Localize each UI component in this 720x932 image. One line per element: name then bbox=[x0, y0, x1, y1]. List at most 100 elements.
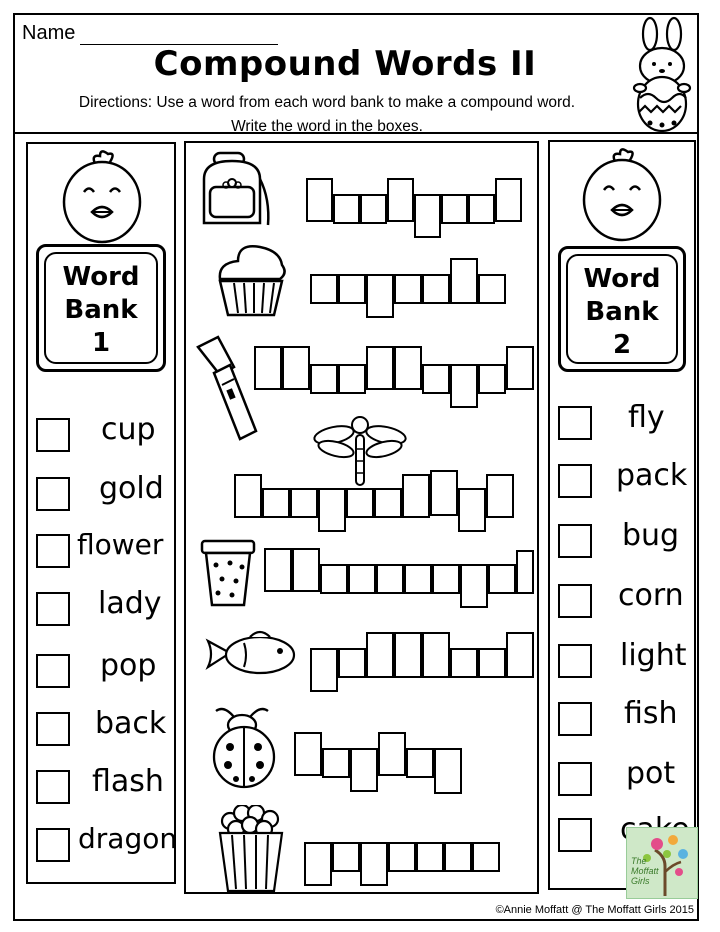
letter-box[interactable] bbox=[472, 842, 500, 872]
checkbox[interactable] bbox=[36, 712, 70, 746]
letter-box[interactable] bbox=[338, 364, 366, 394]
letter-box[interactable] bbox=[350, 748, 378, 792]
checkbox[interactable] bbox=[36, 770, 70, 804]
checkbox[interactable] bbox=[36, 828, 70, 862]
chick-icon bbox=[582, 148, 662, 242]
letter-box[interactable] bbox=[306, 178, 333, 222]
letter-box[interactable] bbox=[458, 488, 486, 532]
letter-box[interactable] bbox=[404, 564, 432, 594]
letter-box[interactable] bbox=[460, 564, 488, 608]
dragonfly-icon bbox=[313, 416, 407, 486]
letter-box[interactable] bbox=[366, 346, 394, 390]
letter-box[interactable] bbox=[376, 564, 404, 594]
letter-box[interactable] bbox=[506, 632, 534, 678]
letter-box[interactable] bbox=[320, 564, 348, 594]
letter-box[interactable] bbox=[366, 274, 394, 318]
word-bank-1-word: gold bbox=[99, 471, 164, 506]
checkbox[interactable] bbox=[558, 464, 592, 498]
word-bank-1-word: back bbox=[95, 706, 167, 741]
page-title: Compound Words II bbox=[153, 44, 537, 84]
letter-box[interactable] bbox=[406, 748, 434, 778]
letter-box[interactable] bbox=[394, 346, 422, 390]
letter-box[interactable] bbox=[478, 364, 506, 394]
checkbox[interactable] bbox=[558, 644, 592, 678]
letter-box[interactable] bbox=[290, 488, 318, 518]
letter-box[interactable] bbox=[310, 648, 338, 692]
letter-box[interactable] bbox=[394, 632, 422, 678]
letter-box[interactable] bbox=[338, 648, 366, 678]
name-label: Name bbox=[22, 22, 76, 44]
letter-box[interactable] bbox=[450, 364, 478, 408]
letter-box[interactable] bbox=[366, 632, 394, 678]
checkbox[interactable] bbox=[558, 818, 592, 852]
letter-box[interactable] bbox=[478, 648, 506, 678]
letter-box[interactable] bbox=[322, 748, 350, 778]
checkbox[interactable] bbox=[558, 406, 592, 440]
letter-box[interactable] bbox=[332, 842, 360, 872]
checkbox[interactable] bbox=[558, 702, 592, 736]
letter-box[interactable] bbox=[432, 564, 460, 594]
checkbox[interactable] bbox=[36, 477, 70, 511]
letter-box[interactable] bbox=[304, 842, 332, 886]
letter-box[interactable] bbox=[478, 274, 506, 304]
letter-box[interactable] bbox=[338, 274, 366, 304]
letter-box[interactable] bbox=[416, 842, 444, 872]
checkbox[interactable] bbox=[36, 654, 70, 688]
word-bank-2-word: pack bbox=[616, 458, 688, 493]
letter-box[interactable] bbox=[294, 732, 322, 776]
checkbox[interactable] bbox=[36, 592, 70, 626]
letter-box[interactable] bbox=[414, 194, 441, 238]
letter-box[interactable] bbox=[422, 274, 450, 304]
word-bank-2-word: pot bbox=[626, 756, 676, 791]
checkbox[interactable] bbox=[36, 534, 70, 568]
word-bank-2-panel: Word Bank 2 fly pack bug corn light fish… bbox=[548, 140, 696, 890]
letter-box[interactable] bbox=[348, 564, 376, 594]
letter-box[interactable] bbox=[234, 474, 262, 518]
letter-box[interactable] bbox=[516, 550, 534, 594]
letter-box[interactable] bbox=[441, 194, 468, 224]
letter-box[interactable] bbox=[450, 648, 478, 678]
directions-line-1: Directions: Use a word from each word ba… bbox=[78, 94, 576, 111]
goldfish-icon bbox=[205, 630, 296, 675]
letter-box[interactable] bbox=[360, 194, 387, 224]
letter-box[interactable] bbox=[434, 748, 462, 794]
letter-box[interactable] bbox=[486, 474, 514, 518]
letter-box[interactable] bbox=[282, 346, 310, 390]
checkbox[interactable] bbox=[36, 418, 70, 452]
directions-line-2: Write the word in the boxes. bbox=[231, 118, 423, 135]
letter-box[interactable] bbox=[360, 842, 388, 886]
letter-box[interactable] bbox=[264, 548, 292, 592]
letter-box[interactable] bbox=[310, 274, 338, 304]
letter-box[interactable] bbox=[394, 274, 422, 304]
checkbox[interactable] bbox=[558, 584, 592, 618]
letter-box[interactable] bbox=[422, 364, 450, 394]
letter-box[interactable] bbox=[422, 632, 450, 678]
letter-box[interactable] bbox=[388, 842, 416, 872]
compound-word-panel bbox=[184, 141, 539, 894]
letter-box[interactable] bbox=[262, 488, 290, 518]
letter-box[interactable] bbox=[310, 364, 338, 394]
bunny-icon bbox=[632, 16, 692, 133]
letter-box[interactable] bbox=[374, 488, 402, 518]
letter-box[interactable] bbox=[506, 346, 534, 390]
letter-box[interactable] bbox=[254, 346, 282, 390]
letter-box[interactable] bbox=[495, 178, 522, 222]
letter-box[interactable] bbox=[378, 732, 406, 776]
letter-box[interactable] bbox=[333, 194, 360, 224]
word-bank-1-word: flower bbox=[77, 528, 164, 561]
checkbox[interactable] bbox=[558, 524, 592, 558]
letter-box[interactable] bbox=[430, 470, 458, 516]
word-bank-1-heading: Word Bank 1 bbox=[62, 262, 140, 358]
letter-box[interactable] bbox=[468, 194, 495, 224]
letter-box[interactable] bbox=[387, 178, 414, 222]
letter-box[interactable] bbox=[292, 548, 320, 592]
letter-box[interactable] bbox=[450, 258, 478, 304]
checkbox[interactable] bbox=[558, 762, 592, 796]
letter-box[interactable] bbox=[402, 474, 430, 518]
letter-box[interactable] bbox=[444, 842, 472, 872]
letter-box[interactable] bbox=[346, 488, 374, 518]
letter-box[interactable] bbox=[488, 564, 516, 594]
letter-box[interactable] bbox=[318, 488, 346, 532]
chick-icon bbox=[62, 150, 142, 244]
word-bank-2-word: corn bbox=[618, 578, 684, 613]
